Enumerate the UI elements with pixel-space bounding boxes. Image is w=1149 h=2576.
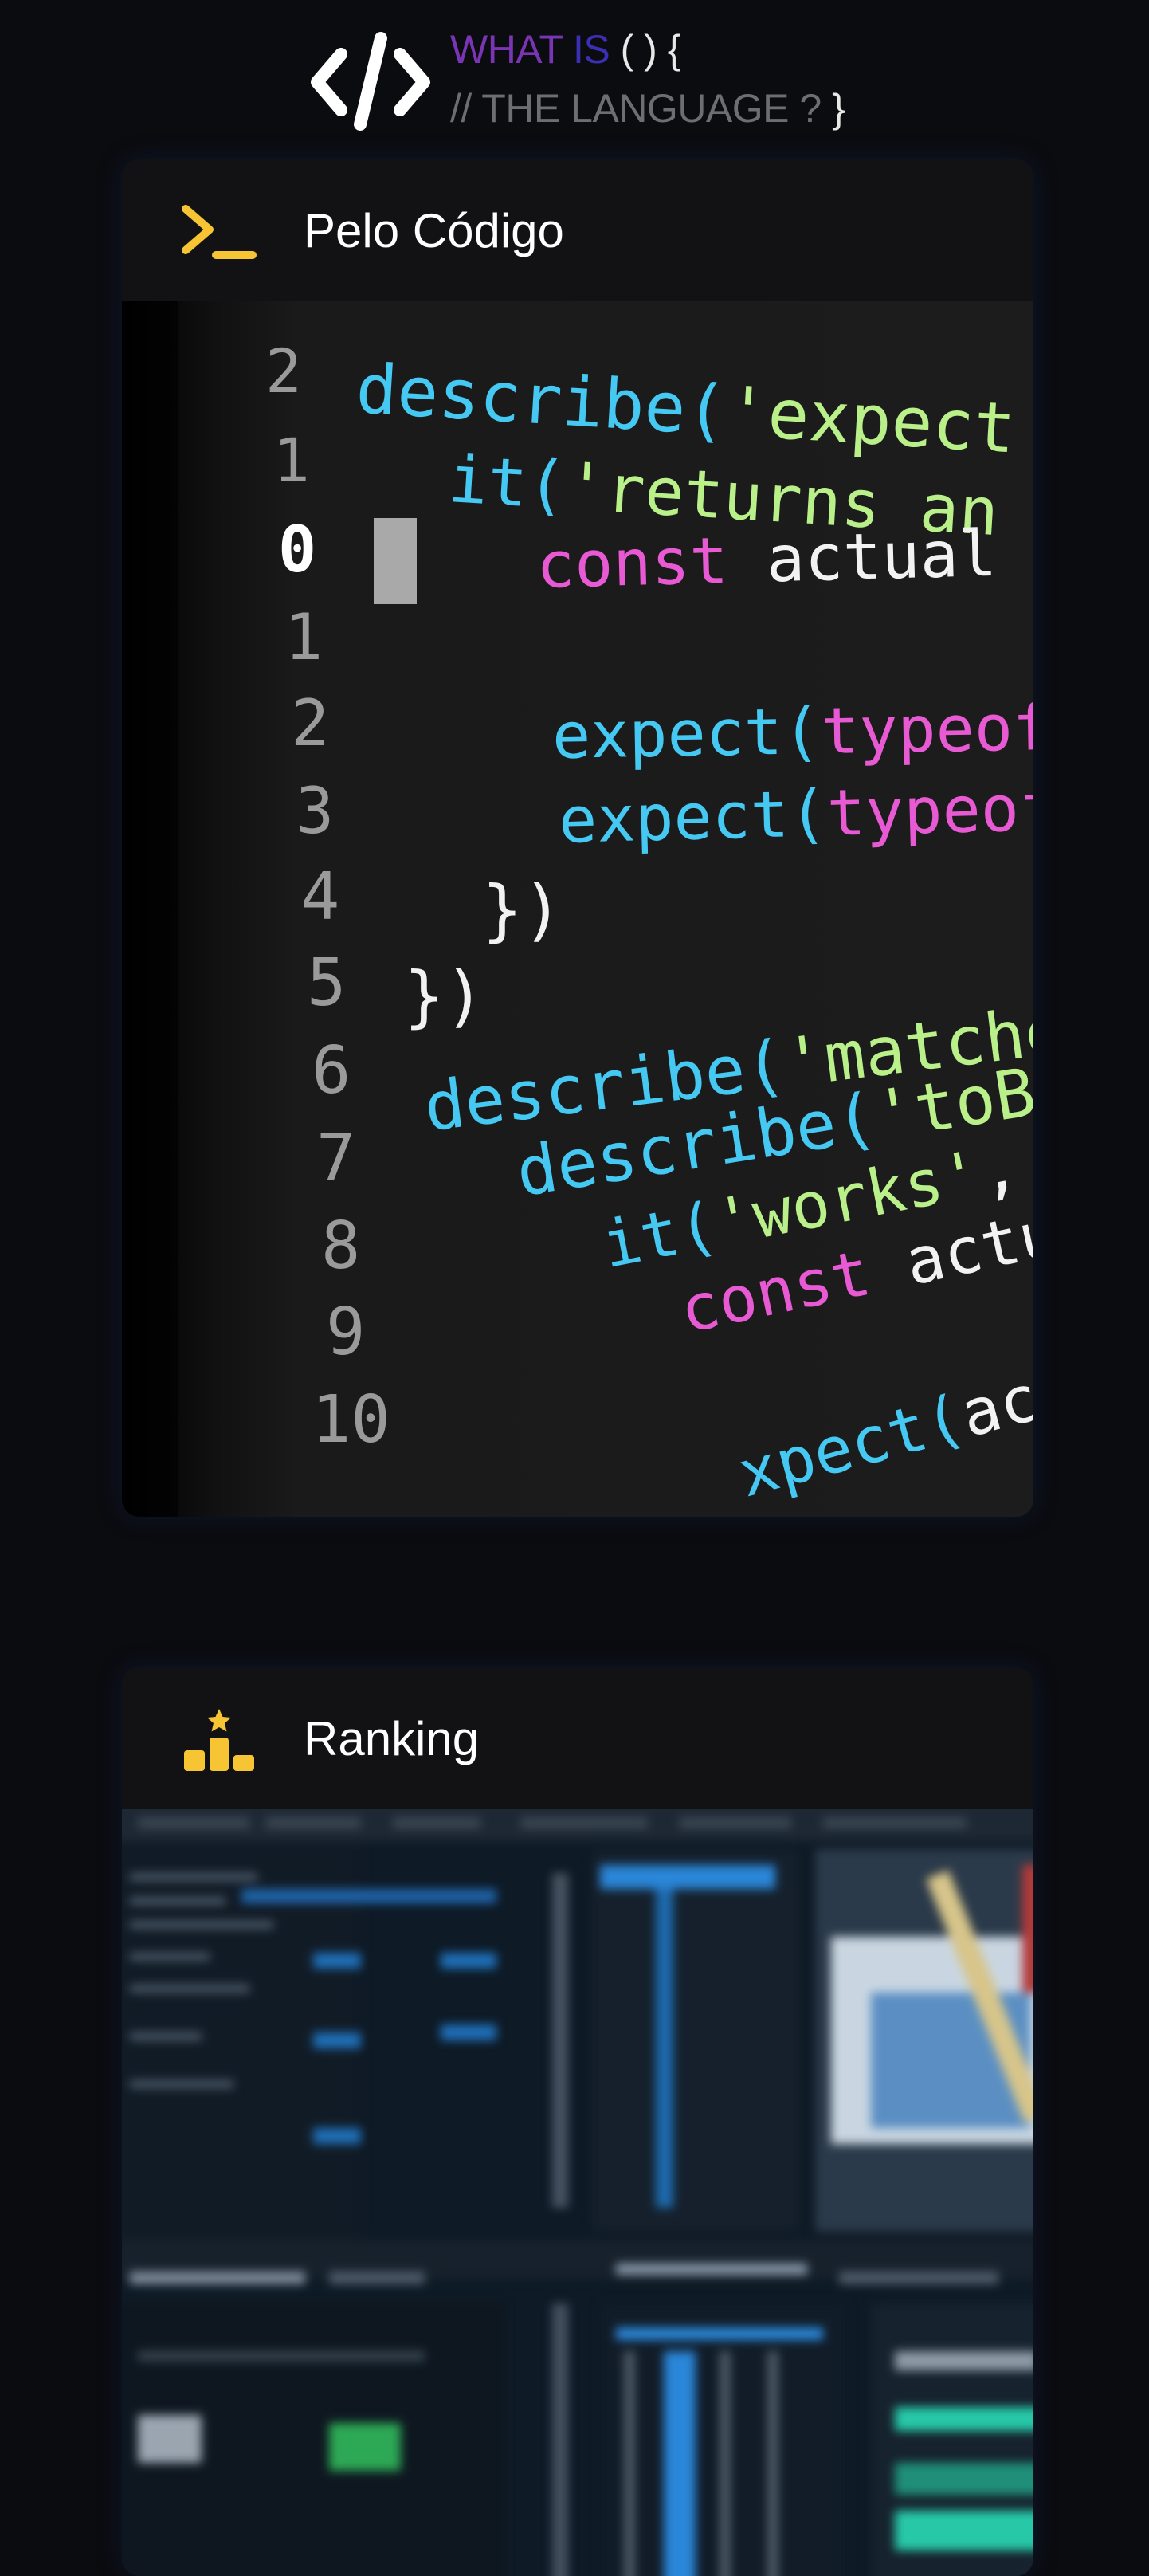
code-token: it( <box>446 442 569 524</box>
logo-subtitle: // THE LANGUAGE ? } <box>450 83 845 134</box>
logo-what: WHAT <box>450 27 563 72</box>
line-number: 6 <box>312 1033 351 1109</box>
line-number: 9 <box>326 1294 366 1370</box>
card-pelo-codigo[interactable]: Pelo Código 2 1 0 1 2 3 4 5 6 7 8 9 10 describe('expe… <box>122 159 1033 1517</box>
line-number: 1 <box>273 425 310 496</box>
code-editor-photo: 21012345678910describe('expect', (it('re… <box>122 301 1033 1517</box>
logo-paren: ( ) { <box>620 27 681 72</box>
logo-brace: } <box>832 86 845 131</box>
line-number: 0 <box>278 512 317 587</box>
text-cursor <box>374 518 417 604</box>
logo-title: WHAT IS ( ) { <box>450 24 680 75</box>
code-token: typeof <box>825 770 1033 851</box>
terminal-prompt-icon <box>182 205 257 259</box>
podium-star-icon <box>184 1709 254 1771</box>
card-header: Ranking <box>122 1667 1033 1809</box>
code-line: expect(typeof a <box>551 690 1033 773</box>
card-ranking[interactable]: Ranking <box>122 1667 1033 2576</box>
code-token: const <box>535 523 729 603</box>
code-token: expect( <box>551 694 822 773</box>
monitor-bezel <box>122 301 178 1517</box>
line-number: 10 <box>312 1382 390 1458</box>
card-title: Ranking <box>304 1712 480 1765</box>
code-line: }) <box>404 963 484 1030</box>
code-token: }) <box>404 957 485 1035</box>
line-number: 3 <box>296 774 335 848</box>
line-number: 2 <box>291 686 330 760</box>
line-number: 2 <box>265 336 302 406</box>
code-line: expect(typeof a <box>558 770 1033 858</box>
code-token: xpect( <box>730 1380 973 1512</box>
card-title: Pelo Código <box>304 204 564 257</box>
code-token: typeof <box>820 690 1033 769</box>
blur-layer <box>122 1809 1033 2576</box>
code-token: describe( <box>353 349 730 452</box>
line-number: 1 <box>284 600 324 674</box>
site-header: WHAT IS ( ) { // THE LANGUAGE ? } <box>0 0 1149 143</box>
logo-comment: // THE LANGUAGE ? <box>450 86 822 131</box>
line-number: 4 <box>300 859 340 935</box>
code-token: 'expect' <box>724 371 1033 472</box>
card-header: Pelo Código <box>122 159 1033 301</box>
code-screen: 21012345678910describe('expect', (it('re… <box>122 301 1033 1517</box>
code-token: expect( <box>557 776 829 858</box>
line-number: 5 <box>307 945 347 1021</box>
blurred-monitor-photo <box>122 1809 1033 2576</box>
code-line: const actual = e <box>535 515 1033 603</box>
logo-is: IS <box>572 27 610 72</box>
blur-screen <box>122 1809 1033 2576</box>
code-token: }) <box>482 871 563 949</box>
code-line: xpect(actu <box>731 1341 1033 1511</box>
code-line: }) <box>482 877 563 944</box>
line-number: 7 <box>316 1121 356 1196</box>
code-token: actual <box>727 515 1033 598</box>
line-number: 8 <box>321 1208 361 1284</box>
code-brackets-icon <box>311 32 430 131</box>
